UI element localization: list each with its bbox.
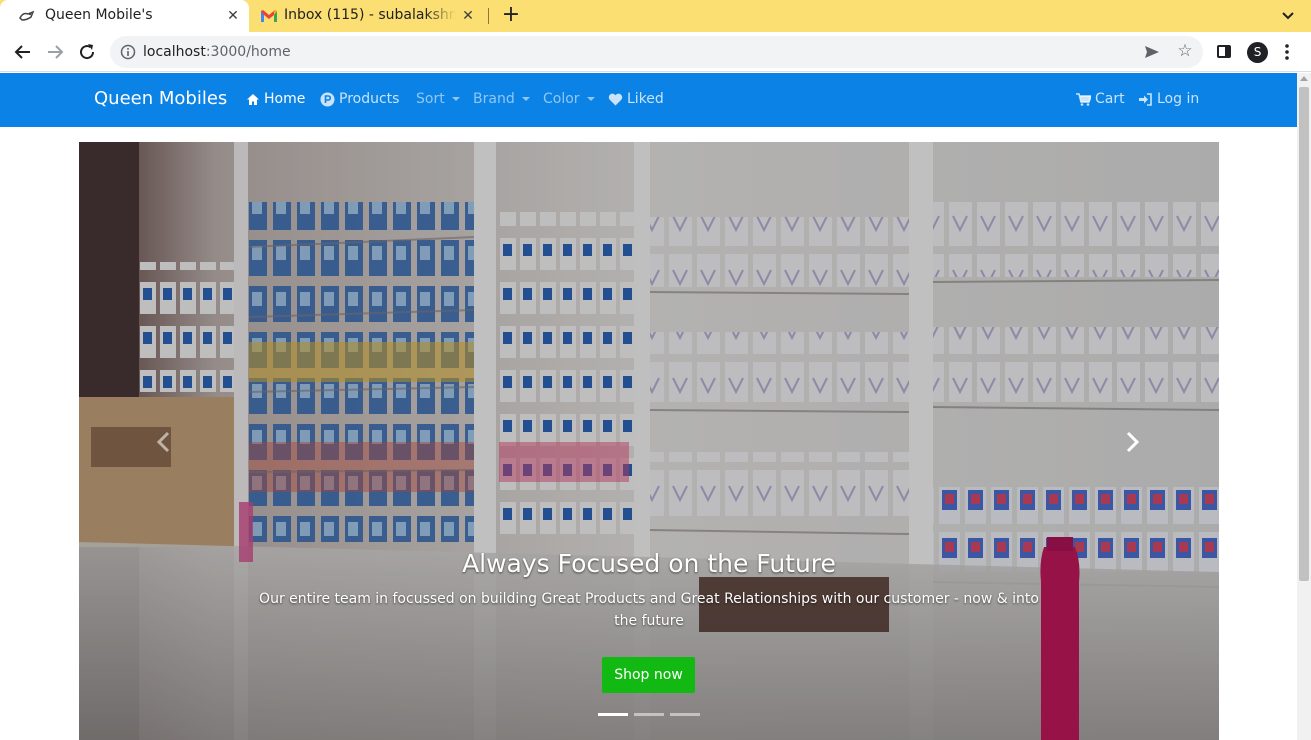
nav-cart[interactable]: Cart — [1076, 91, 1125, 107]
caret-down-icon — [586, 97, 595, 101]
nav-sort-label: Sort — [416, 91, 445, 107]
browser-tab-active[interactable]: Queen Mobile's ✕ — [0, 0, 249, 32]
caret-down-icon — [521, 97, 530, 101]
carousel-indicator-1[interactable] — [598, 713, 628, 716]
tab-title: Queen Mobile's — [45, 7, 153, 23]
home-icon — [247, 93, 259, 105]
heart-icon — [608, 93, 623, 105]
carousel-caption: Always Focused on the Future Our entire … — [249, 546, 1049, 632]
hero-carousel[interactable]: Always Focused on the Future Our entire … — [79, 142, 1219, 740]
nav-brand-label: Brand — [473, 91, 515, 107]
page-scrollbar[interactable] — [1297, 73, 1311, 740]
brand-link[interactable]: Queen Mobiles — [94, 88, 227, 109]
carousel-indicator-3[interactable] — [670, 713, 700, 716]
browser-tab-gmail[interactable]: Inbox (115) - subalakshmi ✕ — [252, 0, 488, 32]
nav-login[interactable]: Log in — [1138, 91, 1199, 107]
nav-products-label: Products — [339, 91, 400, 107]
nav-home[interactable]: Home — [246, 91, 305, 107]
carousel-next-icon[interactable] — [1120, 430, 1144, 454]
nav-color-dropdown[interactable]: Color — [543, 91, 595, 107]
profile-avatar[interactable]: S — [1247, 42, 1268, 63]
nav-liked[interactable]: Liked — [608, 91, 664, 107]
image-overlay — [79, 142, 1219, 740]
scrollbar-thumb[interactable] — [1299, 87, 1309, 581]
bookmark-star-icon[interactable]: ☆ — [1176, 42, 1194, 60]
tab-title: Inbox (115) - subalakshmi — [284, 7, 456, 23]
p-circle-icon — [320, 92, 335, 106]
carousel-prev-icon[interactable] — [152, 430, 176, 454]
url-host: localhost — [143, 44, 206, 60]
carousel-text: Our entire team in focussed on building … — [259, 591, 1039, 629]
nav-liked-label: Liked — [627, 91, 664, 107]
browser-menu-icon[interactable] — [1285, 43, 1289, 61]
carousel-indicator-2[interactable] — [634, 713, 664, 716]
nav-login-label: Log in — [1157, 91, 1200, 107]
url-path: :3000/home — [205, 44, 291, 60]
forward-arrow-icon[interactable] — [45, 42, 65, 62]
url-text: localhost:3000/home — [143, 44, 291, 60]
gmail-icon — [261, 10, 277, 22]
address-bar[interactable]: localhost:3000/home ☆ — [110, 36, 1203, 68]
cart-icon — [1076, 92, 1091, 106]
nav-sort-dropdown[interactable]: Sort — [416, 91, 460, 107]
site-info-icon[interactable] — [120, 44, 136, 60]
caret-down-icon — [451, 97, 460, 101]
side-panel-icon[interactable] — [1217, 45, 1231, 58]
close-tab-icon[interactable]: ✕ — [460, 8, 476, 24]
browser-tabstrip: Queen Mobile's ✕ Inbox (115) - subalaksh… — [0, 0, 1311, 32]
nav-color-label: Color — [543, 91, 580, 107]
tab-search-chevron-icon[interactable] — [1280, 8, 1296, 24]
back-arrow-icon[interactable] — [13, 42, 33, 62]
site-navbar: Queen Mobiles Home Products Sort Brand C… — [0, 73, 1297, 127]
tab-separator — [488, 8, 489, 24]
browser-toolbar: localhost:3000/home ☆ S — [0, 32, 1311, 72]
nav-brand-dropdown[interactable]: Brand — [473, 91, 530, 107]
site-favicon-icon — [19, 10, 35, 21]
nav-products[interactable]: Products — [320, 91, 399, 107]
scroll-up-icon[interactable] — [1300, 76, 1308, 81]
page-viewport: Queen Mobiles Home Products Sort Brand C… — [0, 73, 1297, 740]
send-to-device-icon[interactable] — [1144, 44, 1160, 60]
carousel-heading: Always Focused on the Future — [462, 549, 836, 578]
new-tab-icon[interactable]: + — [500, 4, 522, 27]
close-tab-icon[interactable]: ✕ — [225, 8, 241, 24]
shop-now-button[interactable]: Shop now — [602, 657, 695, 693]
login-icon — [1139, 92, 1152, 106]
nav-home-label: Home — [264, 91, 306, 107]
reload-icon[interactable] — [77, 42, 97, 62]
nav-cart-label: Cart — [1095, 91, 1125, 107]
carousel-indicators — [598, 713, 700, 716]
